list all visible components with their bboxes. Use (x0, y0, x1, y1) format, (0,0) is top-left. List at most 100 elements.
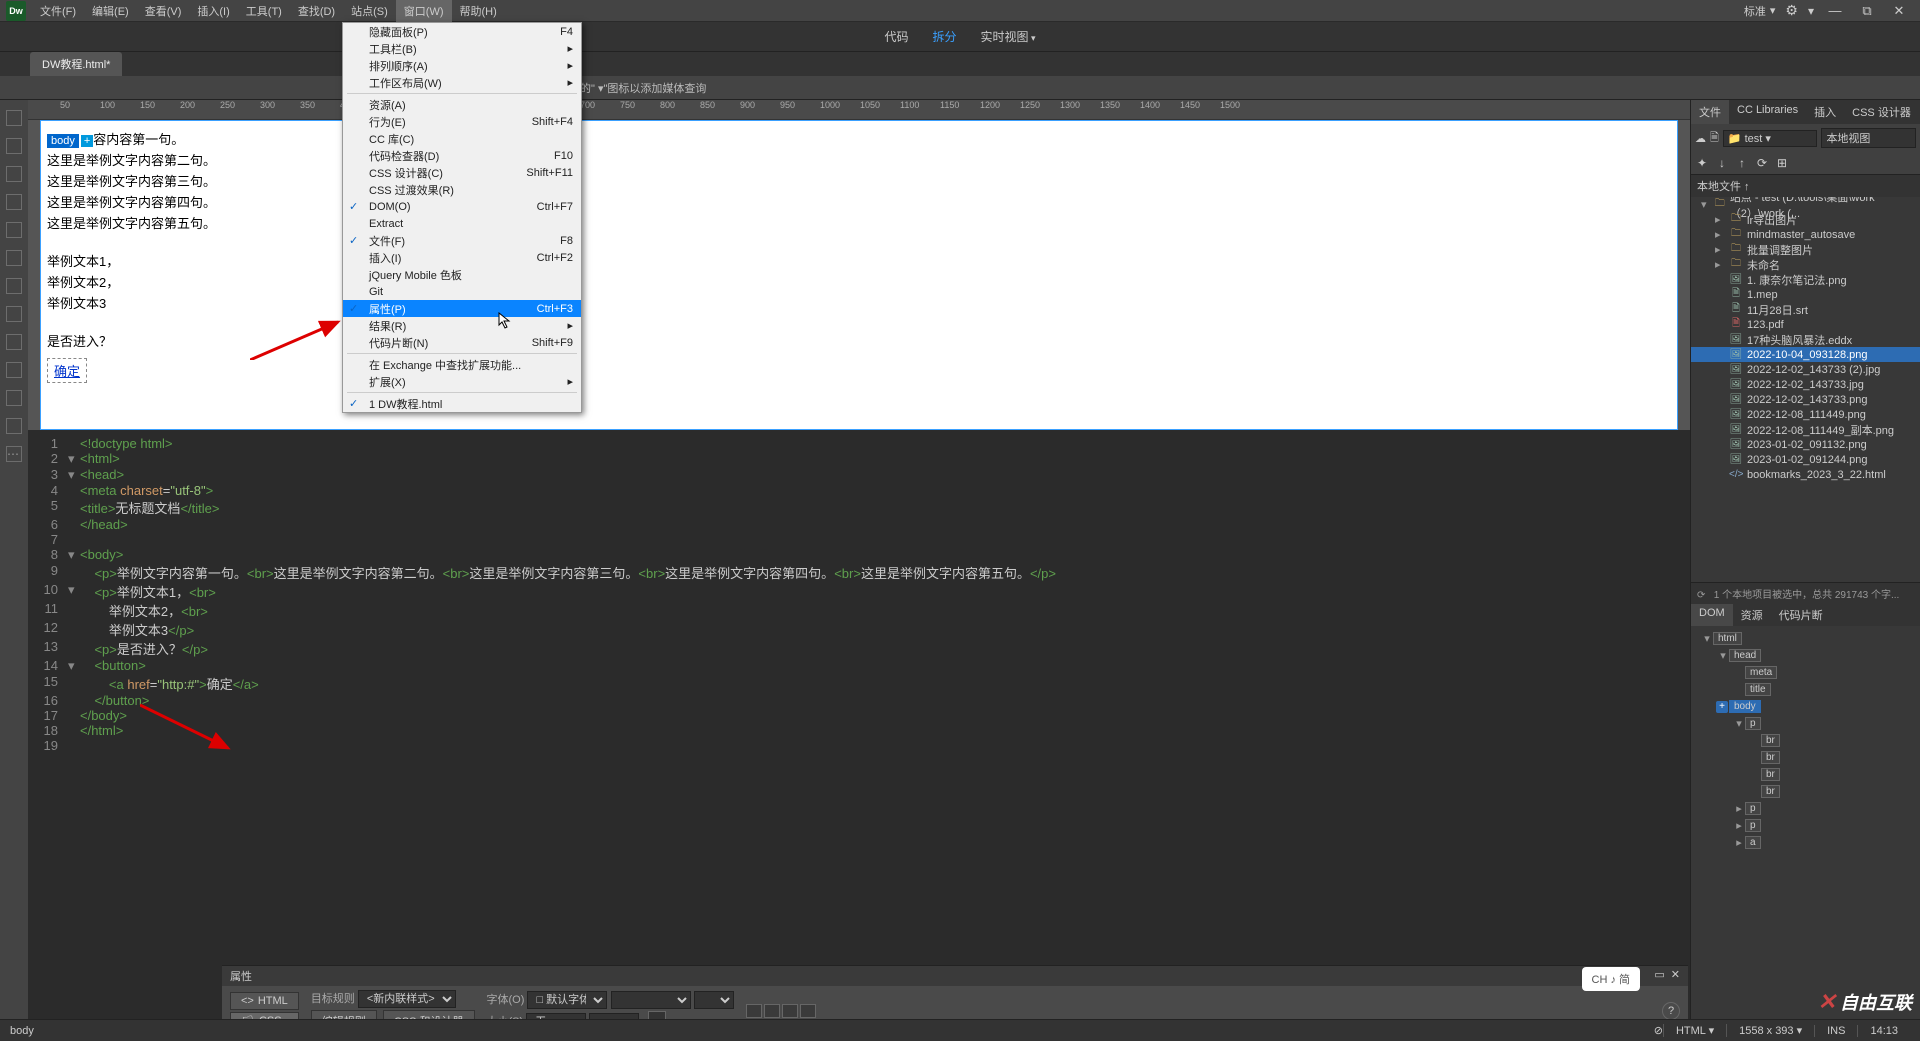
workspace-dropdown[interactable]: 标准 ▾ (1744, 3, 1776, 19)
file-tree-row[interactable]: 🖼2023-01-02_091132.png (1691, 437, 1920, 452)
media-query-bar[interactable]: 的" ▾"图标以添加媒体查询 (0, 76, 1920, 100)
code-line[interactable]: 4<meta charset="utf-8"> (28, 483, 1690, 498)
tool-manage-icon[interactable] (6, 166, 22, 182)
code-line[interactable]: 3▾<head> (28, 467, 1690, 483)
tool-expand-icon[interactable] (6, 222, 22, 238)
menu-item[interactable]: ✓属性(P)Ctrl+F3 (343, 300, 581, 317)
tool-mobile-icon[interactable] (6, 138, 22, 154)
dom-node[interactable]: ▸p (1695, 817, 1916, 834)
file-tree-row[interactable]: 🖼2022-12-08_111449.png (1691, 407, 1920, 422)
menu-3[interactable]: 插入(I) (189, 0, 237, 22)
view-live[interactable]: 实时视图 (980, 28, 1035, 45)
expand-icon[interactable]: ⊞ (1775, 156, 1789, 170)
dom-node[interactable]: ▾p (1695, 715, 1916, 732)
element-badge-plus[interactable]: + (81, 135, 93, 147)
dom-node[interactable]: meta (1695, 664, 1916, 681)
menu-item[interactable]: ✓1 DW教程.html (343, 395, 581, 412)
menu-item[interactable]: Extract (343, 215, 581, 232)
menu-5[interactable]: 查找(D) (290, 0, 343, 22)
menu-item[interactable]: 插入(I)Ctrl+F2 (343, 249, 581, 266)
tab-insert[interactable]: 插入 (1806, 100, 1844, 124)
gear-icon[interactable]: ⚙ (1785, 2, 1798, 19)
menu-item[interactable]: 工具栏(B)▸ (343, 40, 581, 57)
menu-0[interactable]: 文件(F) (32, 0, 84, 22)
tool-inspect-icon[interactable] (6, 250, 22, 266)
menu-item[interactable]: jQuery Mobile 色板 (343, 266, 581, 283)
tool-more-icon[interactable]: ⋯ (6, 446, 22, 462)
tool-file-icon[interactable] (6, 110, 22, 126)
file-tree-row[interactable]: 🗎123.pdf (1691, 317, 1920, 332)
file-tree-row[interactable]: 🖼17种头脑风暴法.eddx (1691, 332, 1920, 347)
file-tree-row[interactable]: 🗎11月28日.srt (1691, 302, 1920, 317)
panel-collapse-icon[interactable]: ▭ (1654, 968, 1664, 984)
code-line[interactable]: 1<!doctype html> (28, 436, 1690, 451)
align-left-icon[interactable] (746, 1004, 762, 1018)
menu-1[interactable]: 编辑(E) (84, 0, 137, 22)
props-html-tab[interactable]: <> HTML (230, 992, 299, 1010)
dom-tree[interactable]: ▾html▾headmetatitle▾body▾pbrbrbrbr▸p▸p▸a (1691, 626, 1920, 1019)
dom-node[interactable]: title (1695, 681, 1916, 698)
tool-preview-icon[interactable] (6, 306, 22, 322)
menu-7[interactable]: 窗口(W) (396, 0, 452, 22)
maximize-button[interactable]: ⧉ (1856, 3, 1878, 19)
view-split[interactable]: 拆分 (932, 28, 956, 45)
get-icon[interactable]: ↑ (1735, 156, 1749, 170)
file-tree-row[interactable]: ▾🗀站点 - test (D:\tools\桌面\work（2）\work (.… (1691, 197, 1920, 212)
code-line[interactable]: 9 <p>举例文字内容第一句。<br>这里是举例文字内容第二句。<br>这里是举… (28, 563, 1690, 582)
menu-8[interactable]: 帮助(H) (452, 0, 505, 22)
menu-item[interactable]: Git (343, 283, 581, 300)
code-line[interactable]: 2▾<html> (28, 451, 1690, 467)
code-line[interactable]: 12 举例文本3</p> (28, 620, 1690, 639)
align-justify-icon[interactable] (800, 1004, 816, 1018)
menu-item[interactable]: CSS 过渡效果(R) (343, 181, 581, 198)
status-dimensions[interactable]: 1558 x 393 ▾ (1726, 1024, 1814, 1037)
tool-device-icon[interactable] (6, 334, 22, 350)
file-tree-row[interactable]: ▸🗀未命名 (1691, 257, 1920, 272)
code-view[interactable]: 1<!doctype html>2▾<html>3▾<head>4<meta c… (28, 430, 1690, 1019)
code-line[interactable]: 8▾<body> (28, 547, 1690, 563)
dom-node[interactable]: br (1695, 783, 1916, 800)
code-line[interactable]: 14▾ <button> (28, 658, 1690, 674)
file-tree-row[interactable]: 🖼2022-10-04_093128.png (1691, 347, 1920, 362)
design-view[interactable]: body+容内容第一句。 这里是举例文字内容第二句。 这里是举例文字内容第三句。… (40, 120, 1678, 430)
menu-item[interactable]: 在 Exchange 中查找扩展功能... (343, 356, 581, 373)
code-line[interactable]: 13 <p>是否进入？</p> (28, 639, 1690, 658)
tab-cc-libraries[interactable]: CC Libraries (1729, 100, 1806, 124)
dom-node[interactable]: ▾html (1695, 630, 1916, 647)
tab-css-designer[interactable]: CSS 设计器 (1844, 100, 1919, 124)
tab-dom[interactable]: DOM (1691, 604, 1733, 626)
font-select[interactable]: □ 默认字体 (527, 991, 607, 1009)
refresh-icon[interactable]: ⟳ (1697, 590, 1705, 601)
sync-icon[interactable]: ⟳ (1755, 156, 1769, 170)
file-tree-row[interactable]: 🗎1.mep (1691, 287, 1920, 302)
gear-dropdown-icon[interactable]: ▾ (1808, 4, 1814, 18)
code-line[interactable]: 18</html> (28, 723, 1690, 738)
menu-item[interactable]: 代码检查器(D)F10 (343, 147, 581, 164)
tool-list-icon[interactable] (6, 390, 22, 406)
files-icon[interactable]: 🗎 (1710, 129, 1719, 148)
dom-node[interactable]: ▾head (1695, 647, 1916, 664)
help-icon[interactable]: ? (1662, 1002, 1680, 1020)
code-line[interactable]: 7 (28, 532, 1690, 547)
dom-node[interactable]: br (1695, 766, 1916, 783)
menu-item[interactable]: ✓DOM(O)Ctrl+F7 (343, 198, 581, 215)
menu-2[interactable]: 查看(V) (137, 0, 190, 22)
file-tree-row[interactable]: 🖼2022-12-02_143733 (2).jpg (1691, 362, 1920, 377)
status-tag-path[interactable]: body (10, 1025, 34, 1037)
files-column-header[interactable]: 本地文件 ↑ (1691, 175, 1920, 197)
file-tree-row[interactable]: 🖼2022-12-02_143733.jpg (1691, 377, 1920, 392)
menu-item[interactable]: 工作区布局(W)▸ (343, 74, 581, 91)
element-badge-body[interactable]: body (47, 134, 79, 148)
view-code[interactable]: 代码 (884, 28, 908, 45)
menu-item[interactable]: CC 库(C) (343, 130, 581, 147)
menu-6[interactable]: 站点(S) (343, 0, 396, 22)
menu-item[interactable]: 资源(A) (343, 96, 581, 113)
dom-node[interactable]: ▾body (1695, 698, 1916, 715)
tool-book-icon[interactable] (6, 362, 22, 378)
menu-item[interactable]: CSS 设计器(C)Shift+F11 (343, 164, 581, 181)
design-button-link[interactable]: 确定 (47, 358, 87, 383)
dom-node[interactable]: ▸a (1695, 834, 1916, 851)
tool-code-icon[interactable] (6, 194, 22, 210)
font-style-select[interactable] (611, 991, 691, 1009)
menu-4[interactable]: 工具(T) (238, 0, 290, 22)
